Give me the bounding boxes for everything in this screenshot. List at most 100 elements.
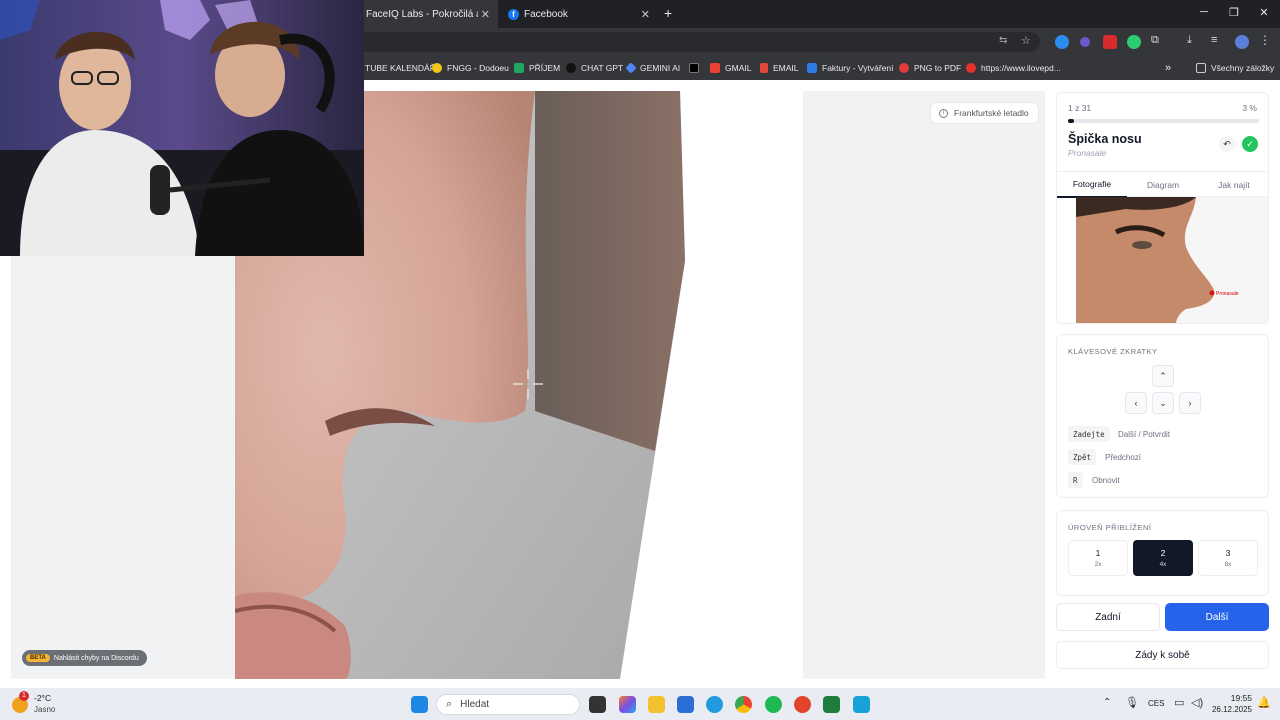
info-icon: i	[939, 108, 948, 118]
tab-diagram[interactable]: Diagram	[1128, 172, 1198, 198]
app-red-icon[interactable]	[794, 696, 811, 713]
extensions-puzzle-icon[interactable]: ⧉	[1151, 34, 1165, 48]
file-explorer-icon[interactable]	[648, 696, 665, 713]
close-tab-icon[interactable]: ✕	[641, 8, 650, 21]
spotify-icon[interactable]	[765, 696, 782, 713]
excel-icon[interactable]	[823, 696, 840, 713]
extension-blue-icon[interactable]	[1055, 35, 1069, 49]
bookmark-dark-icon	[689, 63, 699, 73]
bookmark-item[interactable]: CHAT GPT	[566, 56, 623, 80]
bookmark-item[interactable]: GMAIL	[710, 56, 751, 80]
bookmark-item[interactable]: PŘÍJEM	[514, 56, 560, 80]
shortcut-desc: Obnovit	[1092, 476, 1120, 485]
extension-purple-icon[interactable]	[1080, 37, 1090, 47]
zoom-title: ÚROVEŇ PŘIBLÍŽENÍ	[1068, 523, 1152, 532]
profile-avatar[interactable]	[1235, 35, 1249, 49]
confirm-button[interactable]: ✓	[1242, 136, 1258, 152]
zoom-level-number: 1	[1095, 548, 1101, 558]
pronasale-marker	[1209, 290, 1215, 296]
back-button[interactable]: Zadní	[1056, 603, 1160, 631]
tab-faceiq[interactable]: FaceIQ Labs - Pokročilá analýza ✕	[358, 0, 498, 28]
tab-label: Facebook	[524, 8, 568, 20]
bookmark-label: PNG to PDF	[914, 63, 962, 73]
network-icon[interactable]: ▭	[1174, 696, 1184, 709]
bookmark-item[interactable]	[689, 56, 704, 80]
star-icon[interactable]: ☆	[1021, 34, 1035, 48]
reference-photo: Pronasale	[1076, 197, 1268, 323]
arrow-down-key[interactable]: ⌄	[1152, 392, 1174, 414]
chevron-down-icon: ⌄	[1159, 397, 1167, 408]
download-icon[interactable]: ⤓	[1187, 34, 1201, 48]
back-to-self-button[interactable]: Zády k sobě	[1056, 641, 1269, 669]
arrow-up-key[interactable]: ⌃	[1152, 365, 1174, 387]
facebook-icon: f	[508, 8, 519, 20]
beta-report-badge[interactable]: BETA Nahlásit chyby na Discordu	[22, 650, 147, 666]
clock-date[interactable]: 26.12.2025	[1200, 705, 1252, 714]
input-language[interactable]: CES	[1148, 699, 1164, 708]
bookmark-item[interactable]: PNG to PDF	[899, 56, 961, 80]
tab-facebook[interactable]: f Facebook ✕	[500, 0, 658, 28]
tray-chevron-up-icon[interactable]: ⌃	[1103, 697, 1111, 708]
bookmark-item[interactable]: FNGG - Dodoeu	[432, 56, 509, 80]
media-icon[interactable]: ≡	[1211, 34, 1225, 48]
tab-photo[interactable]: Fotografie	[1057, 172, 1127, 198]
zoom-level-1-button[interactable]: 1 2x	[1068, 540, 1128, 576]
zoom-level-2-button[interactable]: 2 4x	[1133, 540, 1193, 576]
zoom-level-multiplier: 4x	[1159, 561, 1167, 568]
bookmark-label: CHAT GPT	[581, 63, 624, 73]
shortcut-desc: Další / Potvrdit	[1118, 430, 1171, 439]
email-icon	[760, 63, 768, 73]
tab-how-to-find[interactable]: Jak najít	[1199, 172, 1268, 198]
all-bookmarks[interactable]: Všechny záložky	[1196, 56, 1274, 80]
bookmarks-overflow-icon[interactable]: »	[1165, 56, 1171, 80]
shortcuts-card: KLÁVESOVÉ ZKRATKY ⌃ ‹ ⌄ › Zadejte Další …	[1056, 334, 1269, 498]
notepad-icon[interactable]	[853, 696, 870, 713]
chrome-icon[interactable]	[735, 696, 752, 713]
weather-temperature: -2°C	[34, 693, 52, 703]
notifications-bell-icon[interactable]: 🔔	[1257, 696, 1271, 709]
shortcut-key: Zadejte	[1068, 426, 1110, 442]
bookmark-item[interactable]: TUBE KALENDÁŘ	[365, 56, 436, 80]
bookmark-item[interactable]: GEMINI AI	[625, 56, 680, 80]
frankfurt-plane-badge[interactable]: i Frankfurtské letadlo	[930, 102, 1039, 124]
arrow-left-key[interactable]: ‹	[1125, 392, 1147, 414]
tab-diagram-label: Diagram	[1146, 180, 1180, 190]
bookmark-label: FNGG - Dodoeu	[447, 63, 509, 73]
restore-icon[interactable]: ❐	[1224, 6, 1244, 19]
extension-red-icon[interactable]	[1103, 35, 1117, 49]
zoom-level-3-button[interactable]: 3 8x	[1198, 540, 1258, 576]
webcam-overlay	[0, 0, 364, 256]
fngg-icon	[432, 63, 442, 73]
undo-button[interactable]: ↶	[1219, 136, 1235, 152]
task-view-icon[interactable]	[589, 696, 606, 713]
gmail-icon	[710, 63, 720, 73]
gemini-icon	[625, 62, 637, 74]
arrow-right-key[interactable]: ›	[1179, 392, 1201, 414]
microphone-icon[interactable]: 🎙	[1125, 696, 1139, 709]
store-icon[interactable]	[677, 696, 694, 713]
taskbar-search[interactable]: ⌕ Hledat	[436, 694, 580, 715]
shortcut-desc: Předchozí	[1105, 453, 1142, 462]
copilot-icon[interactable]	[619, 696, 636, 713]
bookmark-item[interactable]: EMAIL	[760, 56, 799, 80]
extension-green-icon[interactable]	[1127, 35, 1141, 49]
close-tab-icon[interactable]: ✕	[481, 8, 490, 21]
tab-photo-label: Fotografie	[1072, 179, 1112, 189]
minimize-icon[interactable]: ─	[1194, 6, 1214, 18]
bookmark-item[interactable]: Faktury - Vytváření	[807, 56, 893, 80]
zoom-level-number: 2	[1160, 548, 1166, 558]
window-close-icon[interactable]: ✕	[1254, 6, 1274, 19]
translate-icon[interactable]: ⇆	[999, 35, 1013, 49]
bookmark-item[interactable]: https://www.ilovepd...	[966, 56, 1061, 80]
windows-start-icon[interactable]	[411, 696, 428, 713]
clock-time[interactable]: 19:55	[1222, 693, 1252, 703]
windows-taskbar: 1 -2°C Jasno ⌕ Hledat ⌃ 🎙 CES ▭ ◁) 19:55…	[0, 688, 1280, 720]
shortcuts-title: KLÁVESOVÉ ZKRATKY	[1068, 347, 1158, 356]
folder-icon	[1196, 63, 1206, 73]
menu-kebab-icon[interactable]: ⋮	[1259, 33, 1273, 47]
new-tab-icon[interactable]: +	[664, 5, 672, 21]
edge-icon[interactable]	[706, 696, 723, 713]
chatgpt-icon	[566, 63, 576, 73]
chevron-left-icon: ‹	[1134, 398, 1138, 408]
next-button[interactable]: Další	[1165, 603, 1269, 631]
